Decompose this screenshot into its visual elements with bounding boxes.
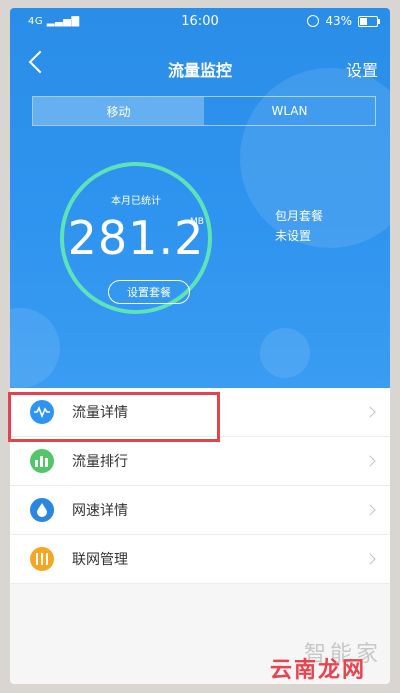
list-item-speed-detail[interactable]: 网速详情 xyxy=(10,486,390,535)
plan-info-line2: 未设置 xyxy=(275,229,312,243)
ranking-icon xyxy=(30,449,54,473)
decor-bubble xyxy=(10,308,60,388)
network-tabs: 移动 WLAN xyxy=(32,96,376,126)
app-header: 流量监控 设置 xyxy=(10,48,390,88)
phone-screen: 4G ▂▃▅▇ 16:00 43% 流量监控 设置 移动 WLAN 本月已统计 … xyxy=(10,8,390,684)
plan-info: 包月套餐 未设置 xyxy=(275,206,323,246)
usage-unit: MB xyxy=(190,217,204,227)
list-item-traffic-ranking[interactable]: 流量排行 xyxy=(10,437,390,486)
gauge-label: 本月已统计 xyxy=(111,196,161,207)
usage-value: 281.2 xyxy=(67,211,205,265)
battery-level xyxy=(360,17,367,25)
tab-wlan[interactable]: WLAN xyxy=(204,97,375,125)
plan-info-line1: 包月套餐 xyxy=(275,209,324,223)
list-item-label: 流量排行 xyxy=(72,454,128,470)
set-plan-button[interactable]: 设置套餐 xyxy=(108,280,190,304)
chevron-right-icon xyxy=(364,455,376,467)
battery-percent: 43% xyxy=(325,14,352,28)
list-item-label: 联网管理 xyxy=(72,552,128,568)
list-item-network-manage[interactable]: 联网管理 xyxy=(10,535,390,584)
list-item-label: 网速详情 xyxy=(72,503,128,519)
settings-button[interactable]: 设置 xyxy=(346,57,378,81)
traffic-hero-panel: 4G ▂▃▅▇ 16:00 43% 流量监控 设置 移动 WLAN 本月已统计 … xyxy=(10,8,390,388)
network-manage-icon xyxy=(30,547,54,571)
status-right: 43% xyxy=(307,14,380,28)
tab-mobile[interactable]: 移动 xyxy=(33,97,204,125)
decor-bubble xyxy=(260,328,310,378)
chevron-right-icon xyxy=(364,553,376,565)
chevron-right-icon xyxy=(364,504,376,516)
watermark-site-text: 云南龙网 xyxy=(269,658,366,683)
chevron-right-icon xyxy=(364,406,376,418)
alarm-icon xyxy=(307,15,320,27)
battery-icon xyxy=(358,15,380,27)
page-title: 流量监控 xyxy=(167,61,232,80)
speed-icon xyxy=(30,498,54,522)
highlight-box xyxy=(8,392,220,442)
gauge-value-wrap: 281.2 MB xyxy=(56,211,216,265)
status-bar: 4G ▂▃▅▇ 16:00 43% xyxy=(10,8,390,36)
